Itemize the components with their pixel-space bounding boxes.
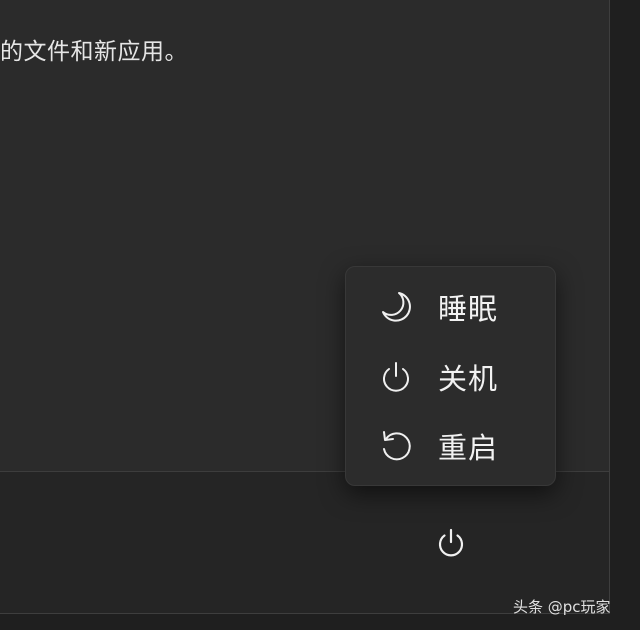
power-button[interactable]: [430, 522, 472, 564]
panel-description-text: 的文件和新应用。: [0, 39, 188, 65]
power-icon: [376, 357, 416, 397]
menu-item-sleep[interactable]: 睡眠: [354, 278, 548, 336]
menu-item-label: 关机: [438, 362, 499, 396]
menu-item-label: 重启: [438, 431, 499, 465]
screen: 的文件和新应用。 睡眠 关机 重启 头条 @pc玩家: [0, 0, 640, 630]
menu-item-label: 睡眠: [438, 292, 499, 326]
power-options-menu: 睡眠 关机 重启: [345, 266, 556, 486]
watermark: 头条 @pc玩家: [513, 598, 611, 616]
moon-icon: [376, 287, 416, 327]
menu-item-shutdown[interactable]: 关机: [354, 348, 548, 406]
menu-item-restart[interactable]: 重启: [354, 417, 548, 475]
power-icon: [438, 528, 464, 557]
restart-icon: [376, 426, 416, 466]
start-menu-footer: [0, 471, 609, 613]
